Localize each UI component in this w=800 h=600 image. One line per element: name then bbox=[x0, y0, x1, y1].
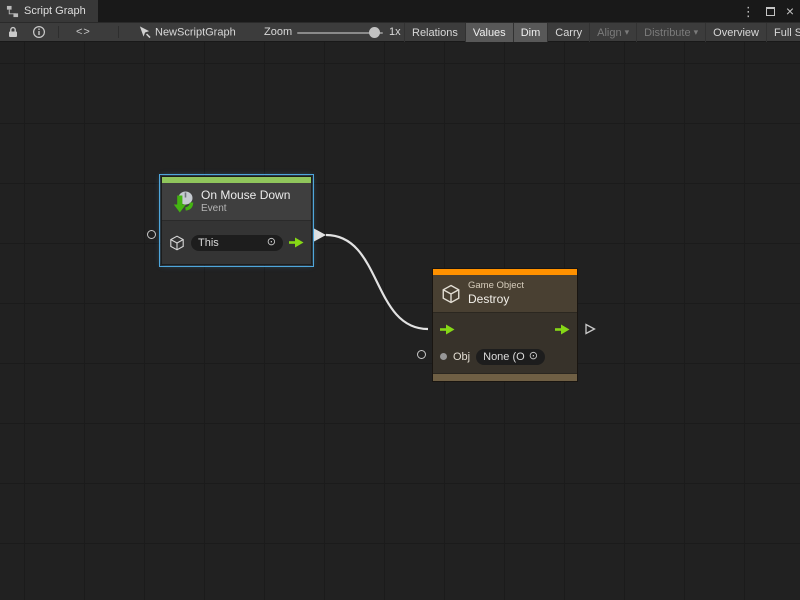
tab-script-graph[interactable]: Script Graph bbox=[0, 0, 98, 22]
zoom-handle[interactable] bbox=[369, 27, 380, 38]
window-controls: ⋮ × bbox=[742, 0, 794, 22]
node-on-mouse-down[interactable]: On Mouse Down Event This ⊙ bbox=[161, 176, 312, 265]
param-label: Obj bbox=[453, 351, 470, 363]
object-value: None (O bbox=[483, 351, 525, 363]
zoom-label: Zoom bbox=[264, 26, 292, 38]
fullscreen-button[interactable]: Full S bbox=[766, 23, 800, 42]
toolbar-separator bbox=[118, 26, 119, 38]
mouse-event-icon bbox=[170, 190, 194, 214]
relations-button[interactable]: Relations bbox=[404, 23, 465, 42]
chevron-down-icon: ▾ bbox=[694, 27, 699, 38]
graph-name[interactable]: NewScriptGraph bbox=[138, 26, 236, 39]
connection-wire bbox=[0, 42, 800, 600]
event-input-port[interactable] bbox=[147, 230, 156, 239]
tab-bar: Script Graph ⋮ × bbox=[0, 0, 800, 22]
target-field[interactable]: This ⊙ bbox=[191, 235, 283, 251]
node-footer-strip bbox=[433, 373, 577, 381]
values-button[interactable]: Values bbox=[465, 23, 513, 42]
node-header[interactable]: On Mouse Down Event bbox=[162, 183, 311, 221]
graph-canvas[interactable]: On Mouse Down Event This ⊙ bbox=[0, 42, 800, 600]
menu-icon[interactable]: ⋮ bbox=[742, 5, 755, 18]
code-icon[interactable]: <> bbox=[76, 26, 91, 38]
node-category: Game Object bbox=[468, 280, 524, 291]
node-header[interactable]: Game Object Destroy bbox=[433, 275, 577, 313]
node-subtitle: Event bbox=[201, 203, 290, 215]
zoom-value: 1x bbox=[389, 26, 401, 38]
game-object-icon bbox=[169, 235, 185, 251]
node-ports: Obj None (O ⊙ bbox=[433, 313, 577, 373]
toolbar: <> NewScriptGraph Zoom 1x Relations Valu… bbox=[0, 22, 800, 42]
toolbar-buttons: Relations Values Dim Carry Align ▾ Distr… bbox=[404, 23, 800, 42]
edit-cursor-icon bbox=[138, 26, 151, 39]
maximize-icon[interactable] bbox=[766, 7, 775, 16]
distribute-label: Distribute bbox=[644, 27, 690, 39]
carry-button[interactable]: Carry bbox=[547, 23, 589, 42]
align-label: Align bbox=[597, 27, 621, 39]
control-output-port[interactable] bbox=[289, 237, 304, 248]
continuation-port[interactable] bbox=[584, 323, 596, 335]
script-graph-icon bbox=[6, 5, 19, 18]
align-button[interactable]: Align ▾ bbox=[589, 23, 636, 42]
overview-button[interactable]: Overview bbox=[705, 23, 766, 42]
object-input-port[interactable] bbox=[417, 350, 426, 359]
tab-title: Script Graph bbox=[24, 5, 86, 17]
object-picker-icon[interactable]: ⊙ bbox=[529, 351, 538, 362]
script-graph-window: Script Graph ⋮ × <> bbox=[0, 0, 800, 600]
distribute-button[interactable]: Distribute ▾ bbox=[636, 23, 705, 42]
object-field[interactable]: None (O ⊙ bbox=[476, 349, 545, 365]
game-object-icon bbox=[441, 284, 461, 304]
lock-icon[interactable] bbox=[6, 25, 20, 39]
object-picker-icon[interactable]: ⊙ bbox=[267, 237, 276, 248]
close-icon[interactable]: × bbox=[786, 4, 794, 18]
chevron-down-icon: ▾ bbox=[625, 27, 630, 38]
control-input-port[interactable] bbox=[440, 324, 455, 335]
wire-arrowhead bbox=[314, 229, 326, 242]
graph-name-label: NewScriptGraph bbox=[155, 26, 236, 38]
target-value: This bbox=[198, 237, 219, 249]
node-destroy[interactable]: Game Object Destroy bbox=[432, 268, 578, 382]
control-output-port[interactable] bbox=[555, 324, 570, 335]
node-title: On Mouse Down bbox=[201, 188, 290, 203]
value-port-dot[interactable] bbox=[440, 353, 447, 360]
toolbar-separator bbox=[58, 26, 59, 38]
info-icon[interactable] bbox=[32, 25, 46, 39]
dim-button[interactable]: Dim bbox=[513, 23, 548, 42]
node-title: Destroy bbox=[468, 292, 524, 307]
node-titles: Game Object Destroy bbox=[468, 280, 524, 306]
node-titles: On Mouse Down Event bbox=[201, 188, 290, 215]
node-ports: This ⊙ bbox=[162, 221, 311, 264]
